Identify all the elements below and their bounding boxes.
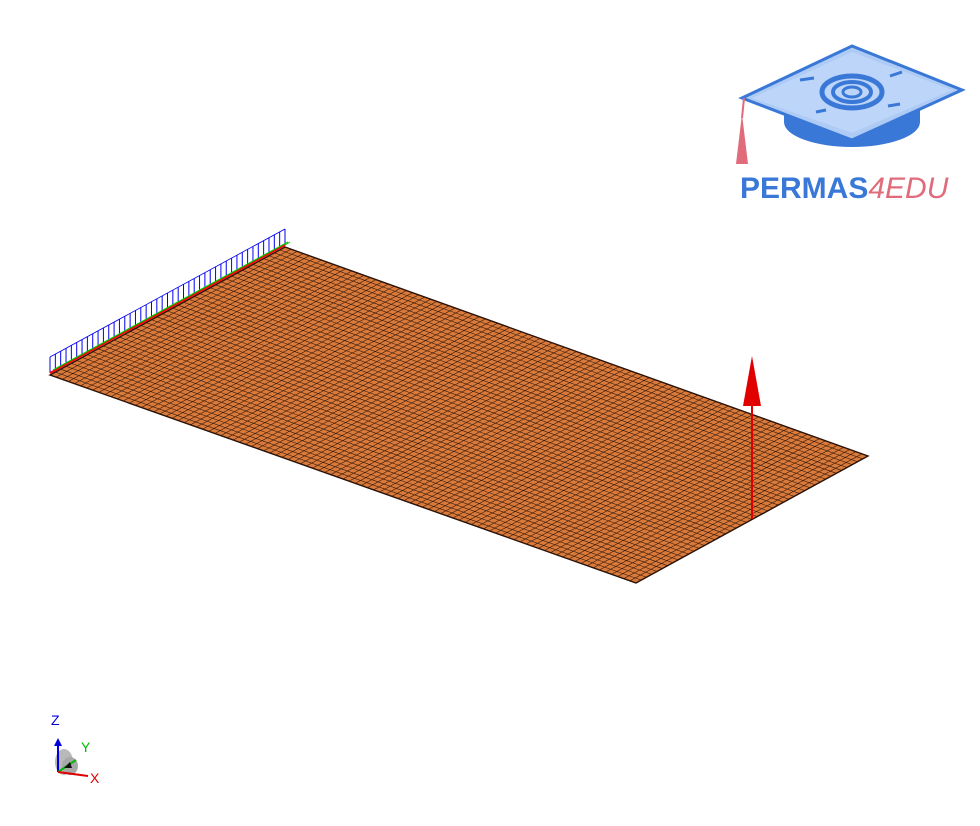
axis-label-x: X: [90, 770, 100, 786]
coordinate-triad-icon: Z Y X: [40, 708, 120, 788]
logo-suffix: 4EDU: [868, 172, 949, 205]
logo-wordmark: PERMAS4EDU: [740, 172, 948, 206]
logo-brand: PERMAS: [740, 172, 869, 205]
axis-label-y: Y: [81, 739, 91, 755]
graduation-cap-icon: [736, 44, 966, 164]
mesh-grid: [55, 248, 863, 582]
permas4edu-logo: PERMAS4EDU: [730, 40, 970, 215]
axis-label-z: Z: [51, 712, 60, 728]
